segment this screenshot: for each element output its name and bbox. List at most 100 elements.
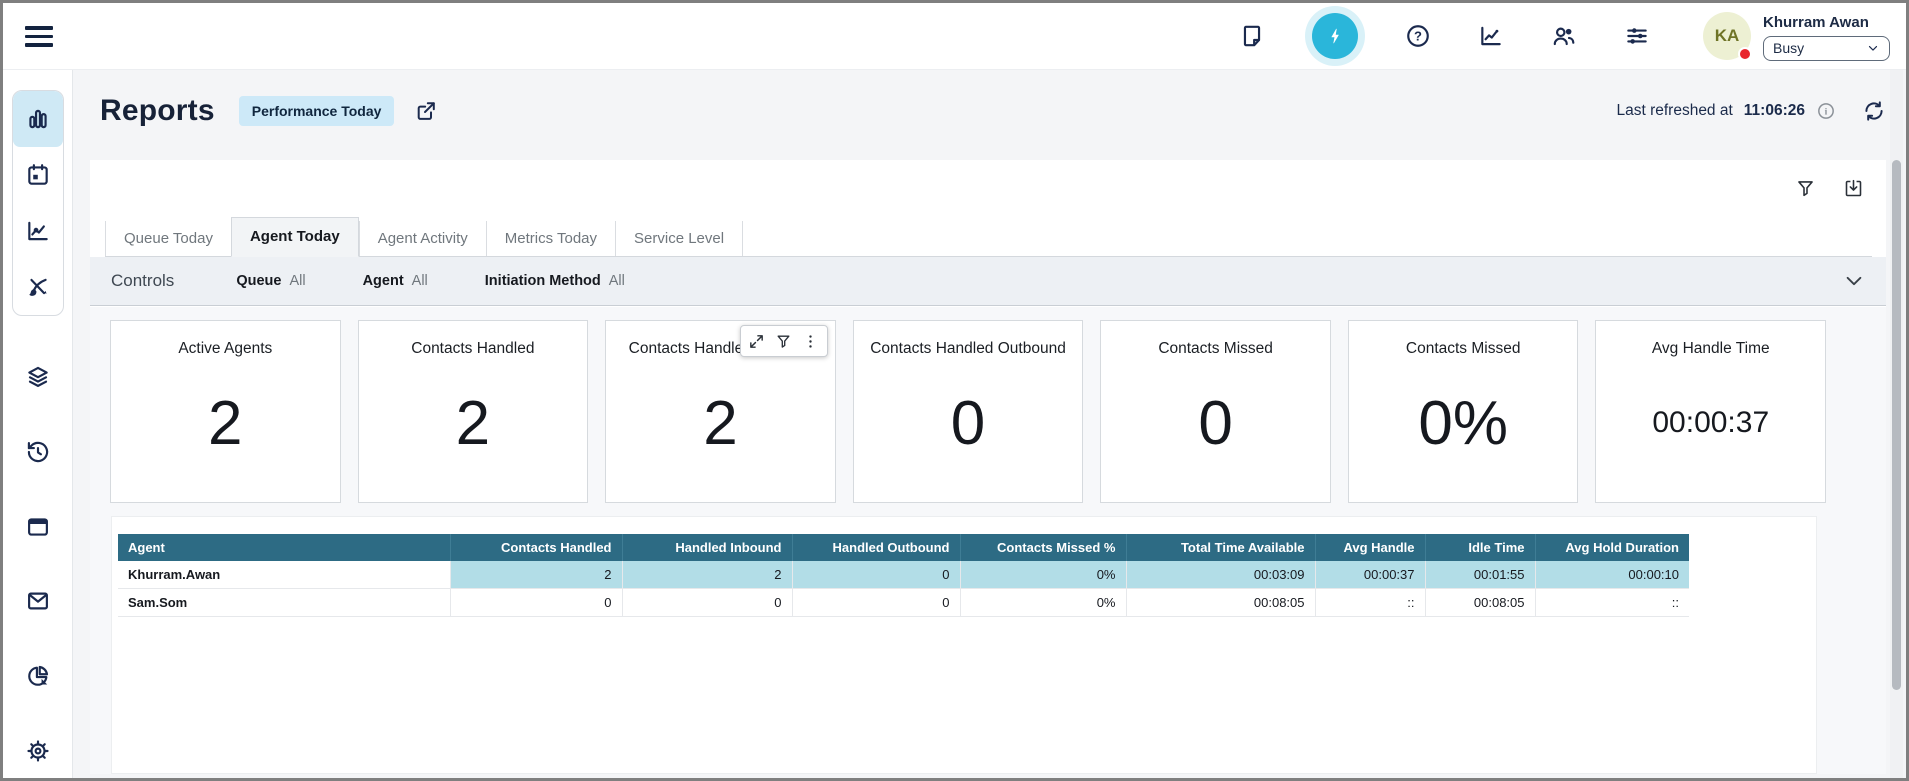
table-header-row: Agent Contacts Handled Handled Inbound H… (118, 534, 1689, 561)
controls-collapse-chevron-icon[interactable] (1843, 270, 1865, 292)
settings-gear-icon[interactable] (25, 738, 51, 764)
card-contacts-handled-inbound: Contacts Handled Inbound 2 (605, 320, 836, 503)
info-icon[interactable]: i (1816, 101, 1836, 121)
main-area: Reports Performance Today Last refreshed… (73, 70, 1906, 778)
tab-queue-today[interactable]: Queue Today (105, 221, 231, 256)
history-icon[interactable] (25, 439, 51, 465)
cell: 00:01:55 (1425, 561, 1535, 589)
card-value: 0 (1198, 388, 1232, 459)
card-value: 0% (1418, 388, 1508, 459)
refresh-group: Last refreshed at 11:06:26 i (1616, 99, 1886, 123)
cell: 00:03:09 (1126, 561, 1315, 589)
agent-table: Agent Contacts Handled Handled Inbound H… (118, 534, 1689, 617)
filter-icon[interactable] (1795, 178, 1816, 199)
window-icon[interactable] (25, 514, 51, 540)
filter-queue[interactable]: Queue All (236, 273, 305, 289)
controls-title: Controls (111, 271, 174, 291)
filter-initiation-method[interactable]: Initiation Method All (485, 273, 625, 289)
mail-icon[interactable] (25, 588, 51, 614)
agents-icon[interactable] (1551, 23, 1577, 49)
notes-icon[interactable] (1239, 23, 1265, 49)
card-value: 2 (456, 388, 490, 459)
refresh-time: 11:06:26 (1744, 102, 1805, 120)
col-avg-handle[interactable]: Avg Handle (1315, 534, 1425, 561)
sidebar-item-line-chart[interactable] (13, 203, 63, 259)
card-avg-handle-time: Avg Handle Time 00:00:37 (1595, 320, 1826, 503)
design-brush-icon (25, 274, 51, 300)
external-link-icon[interactable] (414, 99, 438, 123)
cell: 00:00:10 (1535, 561, 1689, 589)
sidebar-item-schedule[interactable] (13, 147, 63, 203)
avatar[interactable]: KA (1703, 12, 1751, 60)
kebab-menu-icon[interactable] (799, 329, 823, 353)
table-row: Sam.Som 0 0 0 0% 00:08:05 :: 00:08:05 :: (118, 589, 1689, 617)
status-value: Busy (1773, 40, 1804, 56)
report-panel: Queue Today Agent Today Agent Activity M… (90, 160, 1886, 774)
card-contacts-handled: Contacts Handled 2 (358, 320, 589, 503)
tab-agent-today[interactable]: Agent Today (231, 217, 359, 257)
layers-icon[interactable] (25, 364, 51, 390)
col-total-time-available[interactable]: Total Time Available (1126, 534, 1315, 561)
card-value: 0 (951, 388, 985, 459)
sidebar-nav-group (12, 90, 64, 316)
col-handled-outbound[interactable]: Handled Outbound (792, 534, 960, 561)
chevron-down-icon (1866, 41, 1880, 55)
table-row: Khurram.Awan 2 2 0 0% 00:03:09 00:00:37 … (118, 561, 1689, 589)
card-contacts-missed-pct: Contacts Missed 0% (1348, 320, 1579, 503)
cell: 0 (792, 561, 960, 589)
tab-agent-activity[interactable]: Agent Activity (359, 221, 486, 256)
card-value: 00:00:37 (1652, 406, 1769, 440)
settings-sliders-icon[interactable] (1624, 23, 1650, 49)
topbar-right: ? KA (1239, 3, 1890, 69)
col-contacts-missed-pct[interactable]: Contacts Missed % (960, 534, 1126, 561)
reports-bar-chart-icon (25, 106, 51, 132)
user-name: Khurram Awan (1763, 14, 1890, 31)
cell: 00:00:37 (1315, 561, 1425, 589)
cell: 0 (622, 589, 792, 617)
cell: 2 (450, 561, 622, 589)
col-handled-inbound[interactable]: Handled Inbound (622, 534, 792, 561)
tab-service-level[interactable]: Service Level (615, 221, 743, 256)
tabstrip: Queue Today Agent Today Agent Activity M… (105, 220, 1872, 257)
card-title: Contacts Missed (1349, 340, 1578, 358)
col-agent[interactable]: Agent (118, 534, 450, 561)
card-title: Active Agents (111, 340, 340, 358)
controls-bar: Controls Queue All Agent All Initiation … (90, 257, 1886, 306)
report-badge: Performance Today (239, 96, 395, 126)
filter-icon[interactable] (772, 329, 796, 353)
card-contacts-missed: Contacts Missed 0 (1100, 320, 1331, 503)
avatar-initials: KA (1715, 26, 1740, 46)
agent-table-widget: Agent Contacts Handled Handled Inbound H… (111, 516, 1817, 774)
sidebar-item-design[interactable] (13, 259, 63, 315)
card-value: 2 (703, 388, 737, 459)
filter-agent[interactable]: Agent All (363, 273, 428, 289)
hamburger-menu-icon[interactable] (25, 26, 53, 52)
scrollbar-thumb[interactable] (1892, 160, 1901, 690)
card-title: Contacts Missed (1101, 340, 1330, 358)
metrics-icon[interactable] (1478, 23, 1504, 49)
pie-chart-icon[interactable] (25, 663, 51, 689)
help-icon[interactable]: ? (1405, 23, 1431, 49)
refresh-icon[interactable] (1862, 99, 1886, 123)
sidebar-item-reports[interactable] (13, 91, 63, 147)
col-contacts-handled[interactable]: Contacts Handled (450, 534, 622, 561)
user-block: KA Khurram Awan Busy (1703, 12, 1890, 61)
quick-connect-bolt-icon[interactable] (1312, 13, 1358, 59)
cell: 2 (622, 561, 792, 589)
col-avg-hold-duration[interactable]: Avg Hold Duration (1535, 534, 1689, 561)
expand-icon[interactable] (745, 329, 769, 353)
cell: 0% (960, 589, 1126, 617)
tab-metrics-today[interactable]: Metrics Today (486, 221, 615, 256)
card-contacts-handled-outbound: Contacts Handled Outbound 0 (853, 320, 1084, 503)
presence-busy-dot (1738, 47, 1752, 61)
vertical-scrollbar (1890, 70, 1903, 778)
card-title: Contacts Handled (359, 340, 588, 358)
status-select[interactable]: Busy (1763, 36, 1890, 61)
col-idle-time[interactable]: Idle Time (1425, 534, 1535, 561)
svg-text:?: ? (1414, 29, 1422, 44)
card-hover-toolbar (740, 325, 828, 357)
sidebar (3, 70, 73, 778)
cell: 00:08:05 (1126, 589, 1315, 617)
download-icon[interactable] (1843, 178, 1864, 199)
card-value: 2 (208, 388, 242, 459)
